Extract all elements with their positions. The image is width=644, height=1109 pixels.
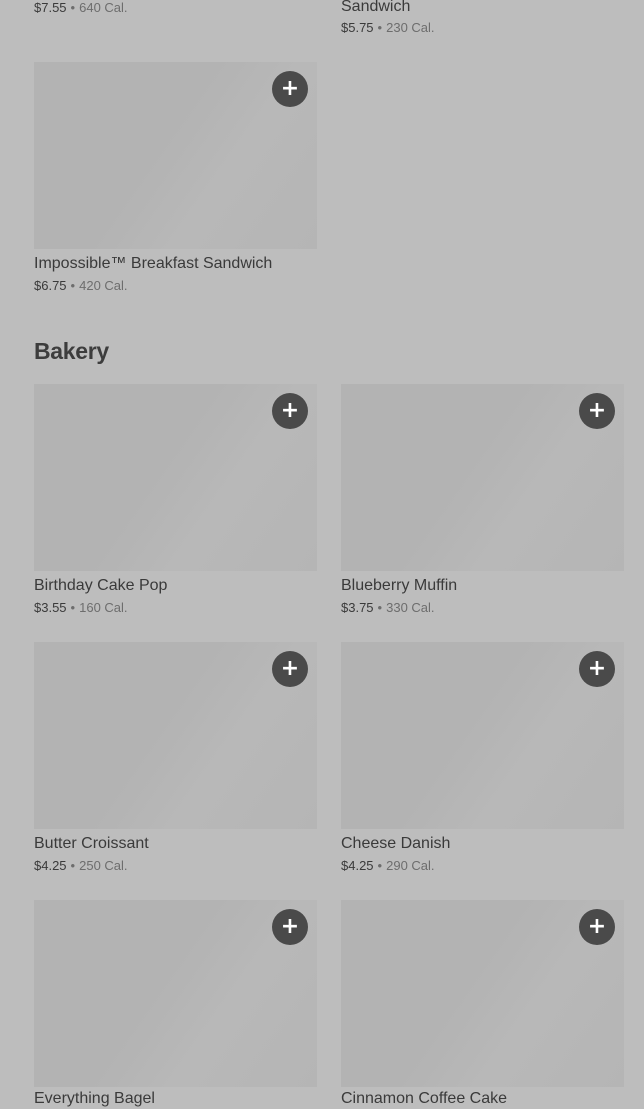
menu-item-name[interactable]: Sandwich bbox=[341, 0, 410, 17]
add-item-button[interactable]: + bbox=[579, 909, 615, 945]
item-price: $7.55 bbox=[34, 0, 67, 15]
item-calories: 420 Cal. bbox=[79, 278, 128, 293]
item-calories: 330 Cal. bbox=[386, 600, 435, 615]
add-item-button[interactable]: + bbox=[272, 651, 308, 687]
item-price: $4.25 bbox=[34, 858, 67, 873]
item-price: $3.75 bbox=[341, 600, 374, 615]
item-calories: 640 Cal. bbox=[79, 0, 128, 15]
separator-dot: • bbox=[377, 858, 383, 873]
menu-item-name[interactable]: Cinnamon Coffee Cake bbox=[341, 1089, 507, 1109]
item-calories: 160 Cal. bbox=[79, 600, 128, 615]
separator-dot: • bbox=[70, 858, 76, 873]
item-price: $3.55 bbox=[34, 600, 67, 615]
plus-icon: + bbox=[587, 656, 607, 681]
item-calories: 290 Cal. bbox=[386, 858, 435, 873]
add-item-button[interactable]: + bbox=[579, 393, 615, 429]
separator-dot: • bbox=[377, 600, 383, 615]
menu-item-name[interactable]: Birthday Cake Pop bbox=[34, 576, 167, 596]
plus-icon: + bbox=[280, 656, 300, 681]
menu-item-meta: $3.75 • 330 Cal. bbox=[341, 600, 435, 616]
add-item-button[interactable]: + bbox=[272, 393, 308, 429]
separator-dot: • bbox=[70, 0, 76, 15]
menu-item-name[interactable]: Butter Croissant bbox=[34, 834, 149, 854]
menu-item-meta: $7.55 • 640 Cal. bbox=[34, 0, 128, 16]
menu-item-image[interactable]: + bbox=[341, 900, 624, 1087]
menu-item-image[interactable]: + bbox=[341, 384, 624, 571]
menu-item-image[interactable]: + bbox=[34, 62, 317, 249]
plus-icon: + bbox=[587, 914, 607, 939]
menu-item-meta: $6.75 • 420 Cal. bbox=[34, 278, 128, 294]
item-calories: 250 Cal. bbox=[79, 858, 128, 873]
plus-icon: + bbox=[587, 398, 607, 423]
item-price: $4.25 bbox=[341, 858, 374, 873]
section-title-bakery: Bakery bbox=[34, 338, 109, 364]
menu-item-name[interactable]: Cheese Danish bbox=[341, 834, 450, 854]
menu-item-image[interactable]: + bbox=[341, 642, 624, 829]
menu-item-name[interactable]: Everything Bagel bbox=[34, 1089, 155, 1109]
add-item-button[interactable]: + bbox=[579, 651, 615, 687]
separator-dot: • bbox=[70, 278, 76, 293]
plus-icon: + bbox=[280, 398, 300, 423]
separator-dot: • bbox=[70, 600, 76, 615]
menu-item-image[interactable]: + bbox=[34, 384, 317, 571]
menu-item-image[interactable]: + bbox=[34, 642, 317, 829]
menu-item-image[interactable]: + bbox=[34, 900, 317, 1087]
menu-item-meta: $4.25 • 250 Cal. bbox=[34, 858, 128, 874]
item-calories: 230 Cal. bbox=[386, 20, 435, 35]
plus-icon: + bbox=[280, 914, 300, 939]
menu-item-meta: $5.75 • 230 Cal. bbox=[341, 20, 435, 36]
menu-item-meta: $3.55 • 160 Cal. bbox=[34, 600, 128, 616]
menu-item-name[interactable]: Impossible™ Breakfast Sandwich bbox=[34, 254, 272, 274]
add-item-button[interactable]: + bbox=[272, 71, 308, 107]
add-item-button[interactable]: + bbox=[272, 909, 308, 945]
menu-item-meta: $4.25 • 290 Cal. bbox=[341, 858, 435, 874]
item-price: $6.75 bbox=[34, 278, 67, 293]
menu-item-name[interactable]: Blueberry Muffin bbox=[341, 576, 457, 596]
separator-dot: • bbox=[377, 20, 383, 35]
plus-icon: + bbox=[280, 76, 300, 101]
item-price: $5.75 bbox=[341, 20, 374, 35]
